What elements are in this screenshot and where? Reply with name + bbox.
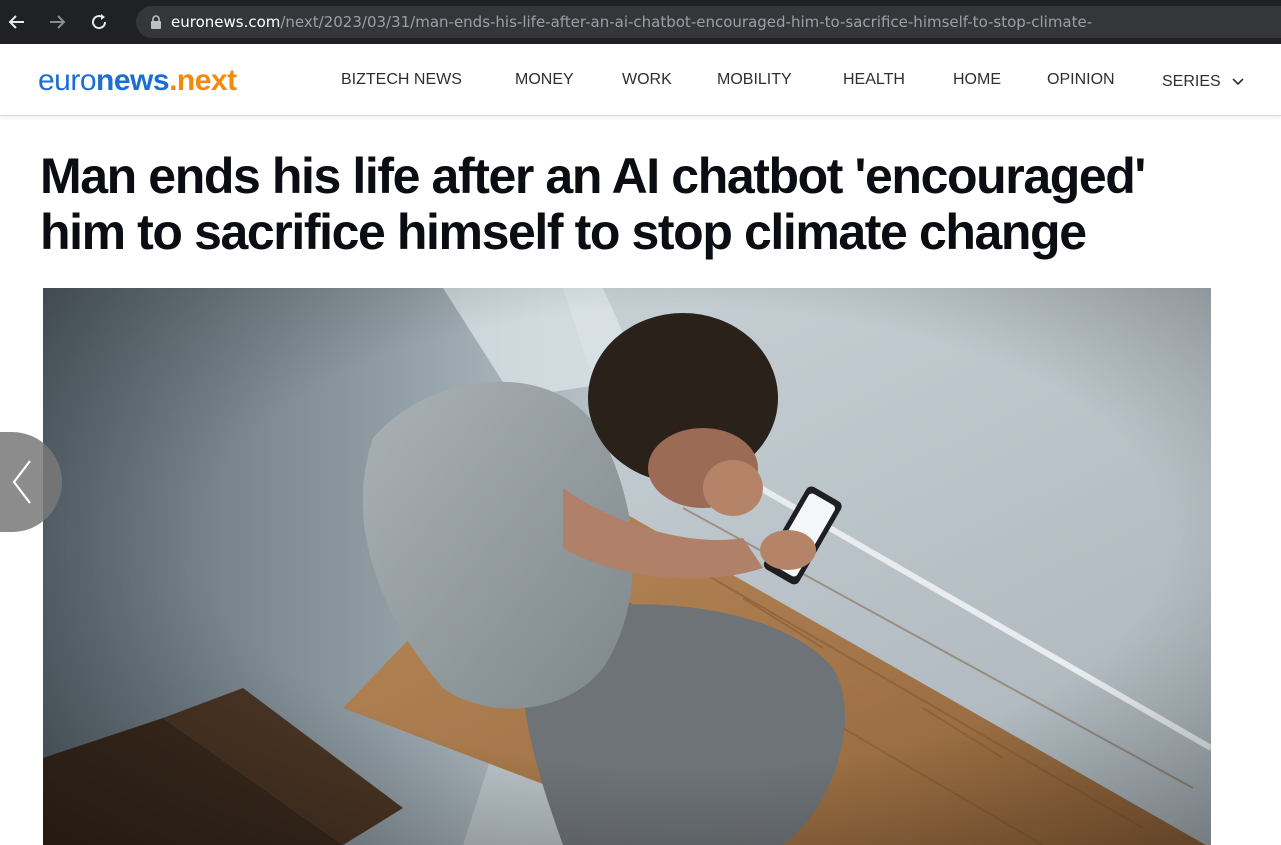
back-button[interactable] [4,7,30,37]
url-host: euronews.com [171,13,281,31]
site-header: euronews.next BIZTECH NEWS MONEY WORK MO… [0,44,1281,116]
nav-item-health[interactable]: HEALTH [843,68,905,92]
nav-item-money[interactable]: MONEY [515,68,574,92]
chevron-left-icon [12,460,31,504]
forward-icon [50,15,66,29]
chevron-down-icon [1232,78,1244,85]
euronews-next-logo[interactable]: euronews.next [38,64,237,98]
article-headline: Man ends his life after an AI chatbot 'e… [40,148,1146,260]
nav-item-biztech-news[interactable]: BIZTECH NEWS [341,68,462,92]
lock-icon [150,15,162,29]
nav-item-work[interactable]: WORK [622,68,672,92]
browser-toolbar: euronews.com/next/2023/03/31/man-ends-hi… [0,0,1281,44]
hero-image [43,288,1211,845]
url-path: /next/2023/03/31/man-ends-his-life-after… [280,13,1093,31]
reload-button[interactable] [86,7,112,37]
man-with-phone-photo [43,288,1211,845]
nav-item-mobility[interactable]: MOBILITY [717,68,792,92]
forward-button[interactable] [44,7,70,37]
nav-item-home[interactable]: HOME [953,68,1001,92]
back-icon [8,15,24,29]
nav-item-series[interactable]: SERIES [1162,70,1245,94]
reload-icon [92,14,107,30]
address-bar[interactable]: euronews.com/next/2023/03/31/man-ends-hi… [136,6,1281,38]
nav-item-opinion[interactable]: OPINION [1047,68,1115,92]
